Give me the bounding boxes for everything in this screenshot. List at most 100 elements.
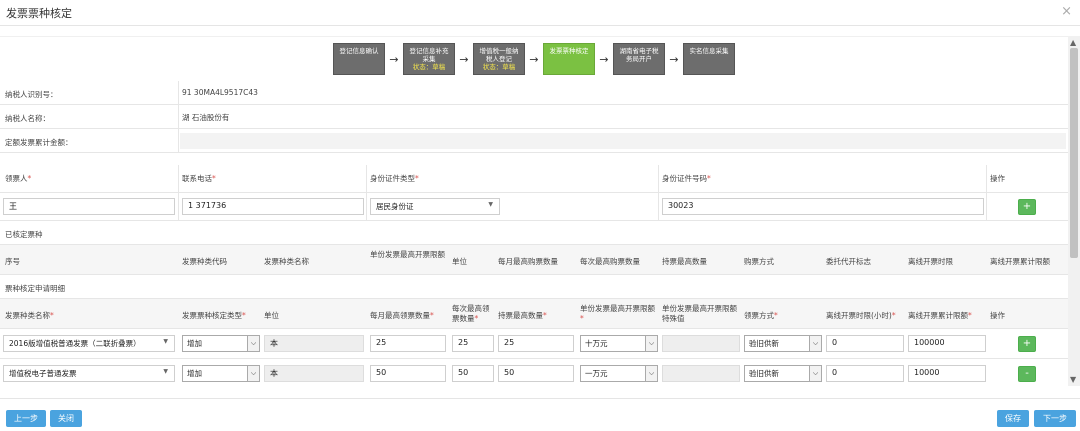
idno-header: 身份证件号码* — [662, 174, 711, 183]
approval-type-select[interactable]: 增加 ⌵ — [182, 335, 260, 352]
th-apply-type: 发票票种核定类型* — [182, 311, 246, 320]
chevron-down-icon: ⌵ — [645, 336, 657, 351]
phone-input[interactable]: 1 371736 — [182, 198, 364, 215]
taxpayer-id-label: 纳税人识别号： — [5, 90, 58, 99]
step-label: 税人登记 — [486, 55, 512, 63]
offline-hours-input[interactable]: 0 — [826, 335, 904, 352]
person-row: 王 1 371736 居民身份证 ▼ 30023 + — [0, 193, 1068, 221]
limit-select[interactable]: 十万元 ⌵ — [580, 335, 658, 352]
th-apply-month: 每月最高领票数量* — [370, 311, 434, 320]
th-apply-method: 领票方式* — [744, 311, 778, 320]
remove-row-button[interactable]: - — [1018, 366, 1036, 382]
invoice-name-select[interactable]: 2016版增值税普通发票（二联折叠票） ▼ — [3, 335, 175, 352]
step-label: 登记信息确认 — [339, 47, 379, 55]
scroll-thumb[interactable] — [1070, 48, 1078, 258]
unit-field: 本 — [264, 365, 364, 382]
approved-section-title: 已核定票种 — [5, 230, 43, 239]
op-header: 操作 — [990, 174, 1005, 183]
step-invoice-approval[interactable]: 发票票种核定 — [543, 43, 595, 75]
unit-field: 本 — [264, 335, 364, 352]
quota-field — [180, 133, 1066, 149]
offline-total-input[interactable]: 10000 — [908, 365, 986, 382]
step-label: 增值税一般纳 — [479, 47, 519, 55]
add-row-button[interactable]: + — [1018, 336, 1036, 352]
step-label: 务局开户 — [626, 55, 652, 63]
arrow-icon: → — [669, 53, 679, 66]
chevron-down-icon: ▼ — [163, 338, 168, 345]
scroll-down-icon[interactable]: ▼ — [1070, 375, 1076, 384]
scroll-up-icon[interactable]: ▲ — [1070, 38, 1076, 47]
hold-input[interactable]: 50 — [498, 365, 574, 382]
invoice-name-select[interactable]: 增值税电子普通发票 ▼ — [3, 365, 175, 382]
th-month: 每月最高购票数量 — [498, 257, 558, 266]
taxpayer-name-label: 纳税人名称： — [5, 114, 50, 123]
limit-select[interactable]: 一万元 ⌵ — [580, 365, 658, 382]
recipient-header: 领票人* — [5, 174, 32, 183]
prev-step-button[interactable]: 上一步 — [6, 410, 46, 427]
hold-input[interactable]: 25 — [498, 335, 574, 352]
quota-label: 定额发票累计金额： — [5, 138, 73, 147]
step-general-taxpayer[interactable]: 增值税一般纳 税人登记 状态：草稿 — [473, 43, 525, 75]
month-input[interactable]: 50 — [370, 365, 446, 382]
chevron-down-icon: ▼ — [488, 201, 493, 208]
recipient-input[interactable]: 王 — [3, 198, 175, 215]
step-registration-supplement[interactable]: 登记信息补充 采集 状态：草稿 — [403, 43, 455, 75]
next-step-button[interactable]: 下一步 — [1034, 410, 1076, 427]
idtype-select[interactable]: 居民身份证 ▼ — [370, 198, 500, 215]
close-button[interactable]: 关闭 — [50, 410, 82, 427]
step-status: 状态：草稿 — [482, 63, 516, 71]
th-limit: 单份发票最高开票限额 — [370, 250, 445, 259]
phone-header: 联系电话* — [182, 174, 216, 183]
dialog-footer: 上一步 关闭 保存 下一步 — [0, 398, 1080, 431]
once-input[interactable]: 25 — [452, 335, 494, 352]
invoice-name-value: 2016版增值税普通发票（二联折叠票） — [9, 339, 141, 348]
step-registration-confirm[interactable]: 登记信息确认 — [333, 43, 385, 75]
th-apply-offline-total: 离线开票累计限额* — [908, 311, 972, 320]
th-unit: 单位 — [452, 257, 467, 266]
month-input[interactable]: 25 — [370, 335, 446, 352]
table-row: 增值税电子普通发票 ▼ 增加 ⌵ 本 50 50 50 一万元 ⌵ 验旧供新 ⌵… — [0, 359, 1068, 386]
step-label: 采集 — [422, 55, 436, 63]
method-select[interactable]: 验旧供新 ⌵ — [744, 365, 822, 382]
chevron-down-icon: ⌵ — [247, 336, 259, 351]
th-apply-unit: 单位 — [264, 311, 279, 320]
vertical-scrollbar[interactable]: ▲ ▼ — [1068, 36, 1080, 386]
approval-type-value: 增加 — [187, 339, 202, 348]
taxpayer-name-row: 纳税人名称： 湖 石油股份有 — [0, 105, 1068, 129]
close-icon[interactable]: × — [1061, 4, 1072, 19]
step-label: 湖南省电子税 — [619, 47, 659, 55]
th-code: 发票种类代码 — [182, 257, 227, 266]
idno-input[interactable]: 30023 — [662, 198, 984, 215]
once-input[interactable]: 50 — [452, 365, 494, 382]
step-realname[interactable]: 实名信息采集 — [683, 43, 735, 75]
dialog-title: 发票票种核定 — [6, 7, 72, 20]
th-hold: 持票最高数量 — [662, 257, 707, 266]
dialog-content: 登记信息确认 → 登记信息补充 采集 状态：草稿 → 增值税一般纳 税人登记 状… — [0, 36, 1068, 386]
offline-total-input[interactable]: 100000 — [908, 335, 986, 352]
taxpayer-id-row: 纳税人识别号： 91 30MA4L9517C43 — [0, 81, 1068, 105]
approved-header-row: 序号 发票种类代码 发票种类名称 单份发票最高开票限额 单位 每月最高购票数量 … — [0, 245, 1068, 275]
th-offline-total: 离线开票累计限额 — [990, 257, 1050, 266]
save-button[interactable]: 保存 — [997, 410, 1029, 427]
add-person-button[interactable]: + — [1018, 199, 1036, 215]
th-apply-op: 操作 — [990, 311, 1005, 320]
apply-header-row: 发票种类名称* 发票票种核定类型* 单位 每月最高领票数量* 每次最高领票数量*… — [0, 299, 1068, 329]
step-etax-account[interactable]: 湖南省电子税 务局开户 — [613, 43, 665, 75]
th-seq: 序号 — [5, 257, 20, 266]
progress-steps: 登记信息确认 → 登记信息补充 采集 状态：草稿 → 增值税一般纳 税人登记 状… — [0, 43, 1068, 81]
approval-type-select[interactable]: 增加 ⌵ — [182, 365, 260, 382]
th-entrust: 委托代开标志 — [826, 257, 871, 266]
step-label: 发票票种核定 — [549, 47, 589, 55]
offline-hours-input[interactable]: 0 — [826, 365, 904, 382]
apply-section-row: 票种核定申请明细 — [0, 275, 1068, 299]
approval-type-value: 增加 — [187, 369, 202, 378]
th-name: 发票种类名称 — [264, 257, 309, 266]
th-apply-once: 每次最高领票数量* — [452, 304, 490, 323]
step-label: 登记信息补充 — [409, 47, 449, 55]
method-select[interactable]: 验旧供新 ⌵ — [744, 335, 822, 352]
approved-section-row: 已核定票种 — [0, 221, 1068, 245]
arrow-icon: → — [389, 53, 399, 66]
chevron-down-icon: ⌵ — [247, 366, 259, 381]
apply-section-title: 票种核定申请明细 — [5, 284, 65, 293]
th-once: 每次最高购票数量 — [580, 257, 640, 266]
